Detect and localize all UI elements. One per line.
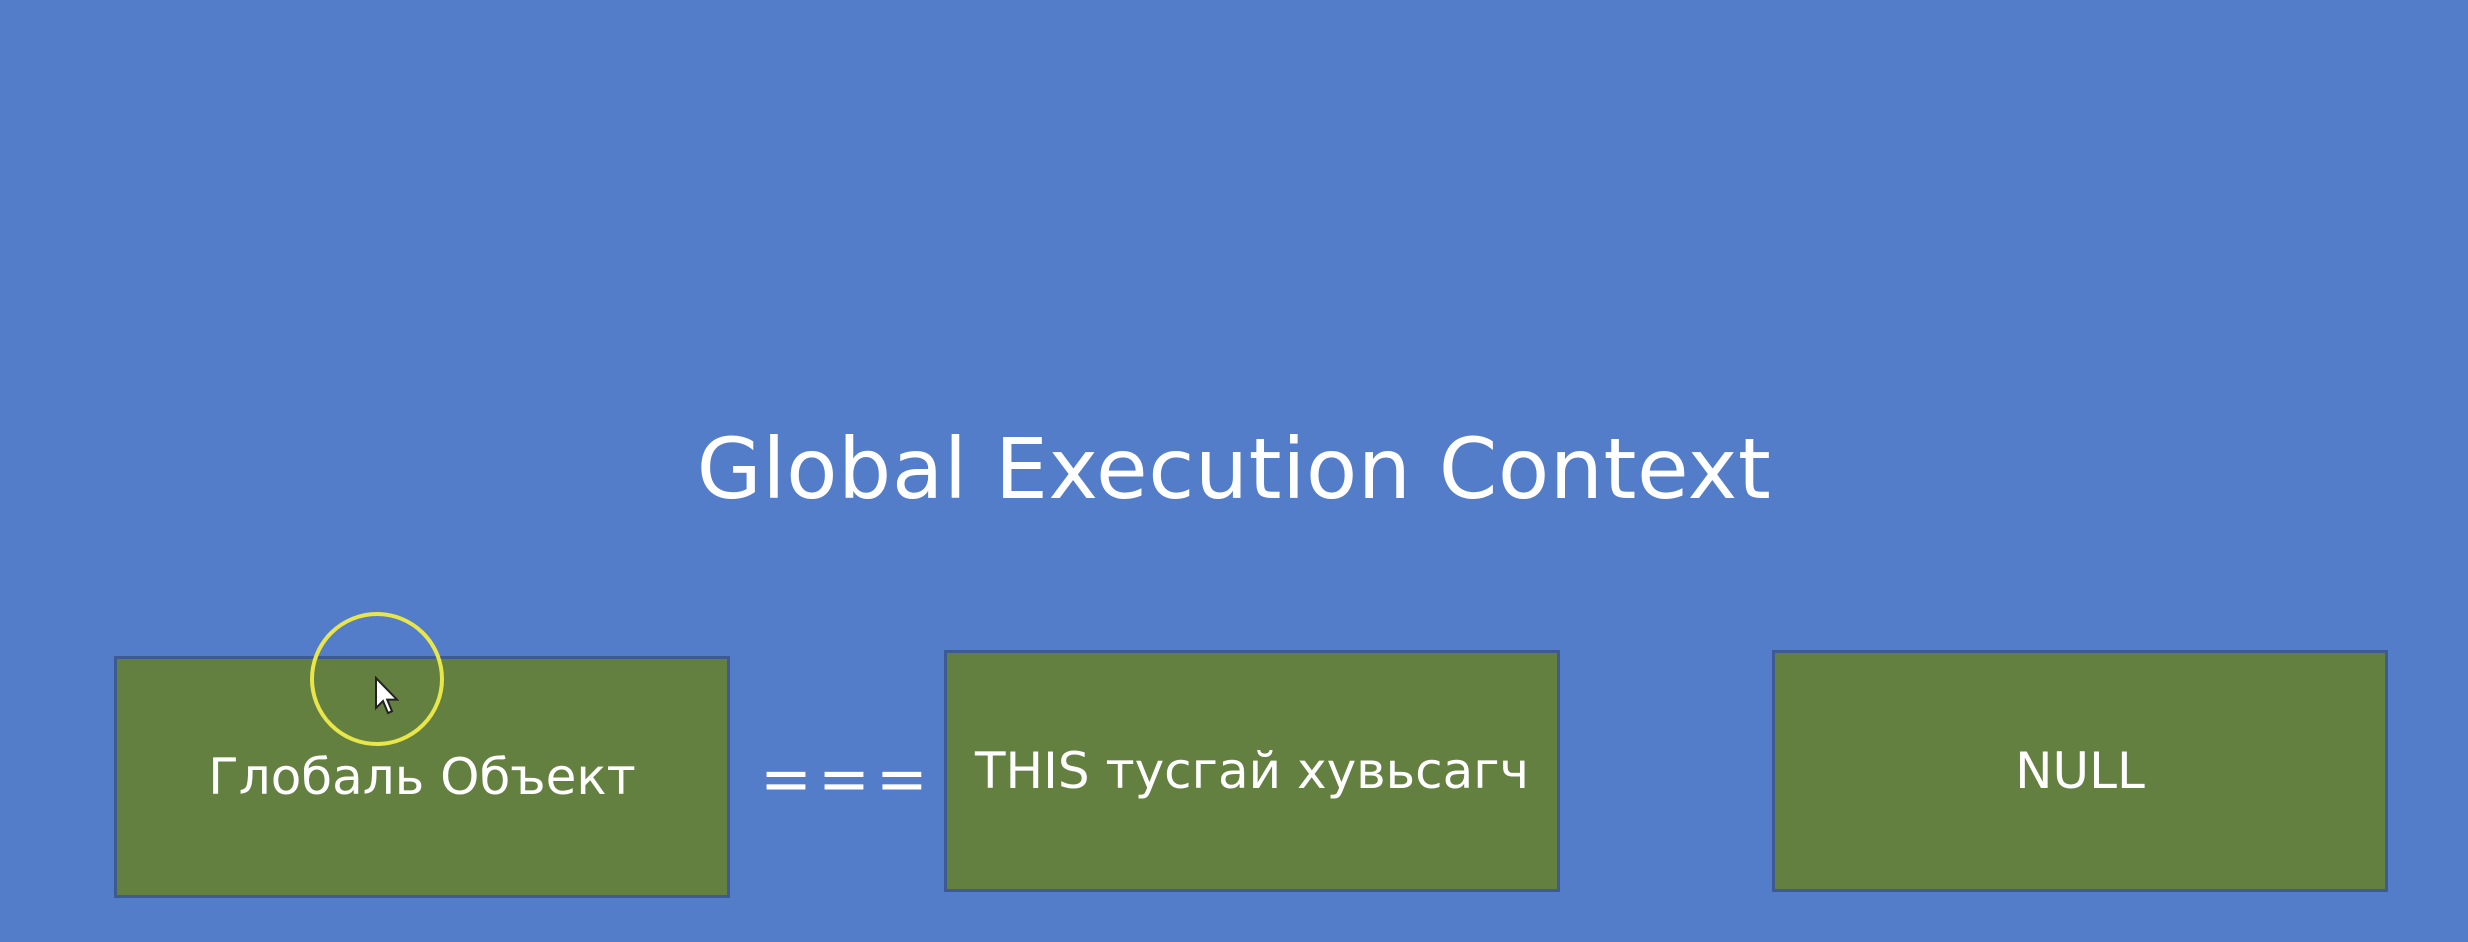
slide-title: Global Execution Context [696, 420, 1772, 518]
this-variable-box: THIS тусгай хувьсагч [944, 650, 1560, 892]
null-label: NULL [2015, 742, 2145, 800]
null-box: NULL [1772, 650, 2388, 892]
global-object-label: Глобаль Объект [208, 748, 636, 806]
strict-equality-operator: === [760, 742, 934, 815]
arrow-pointer-icon [375, 676, 400, 715]
this-variable-label: THIS тусгай хувьсагч [974, 742, 1530, 800]
